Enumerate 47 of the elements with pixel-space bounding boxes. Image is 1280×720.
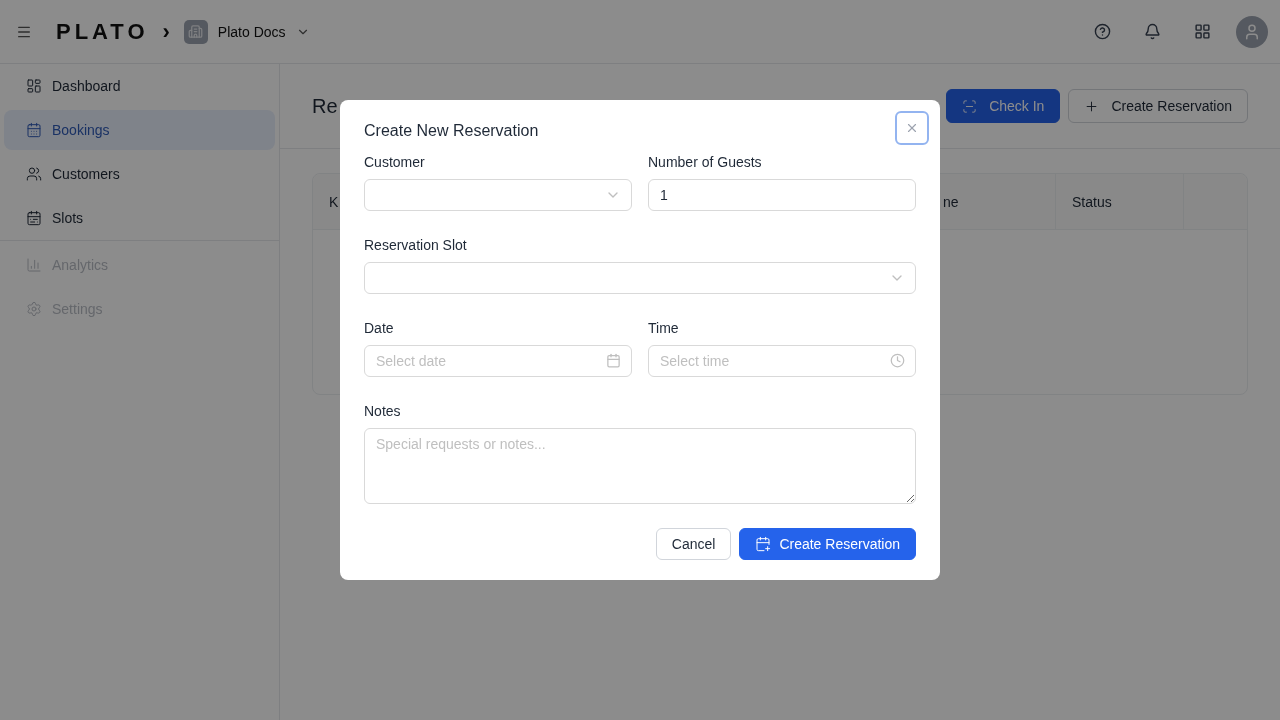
dashboard-icon bbox=[26, 78, 42, 94]
notes-field[interactable]: Special requests or notes... bbox=[364, 428, 916, 504]
check-in-button[interactable]: Check In bbox=[946, 89, 1061, 123]
workspace-name[interactable]: Plato Docs bbox=[217, 23, 286, 40]
column-header: K bbox=[329, 193, 339, 210]
calendar-icon bbox=[26, 210, 42, 226]
close-button[interactable] bbox=[895, 111, 929, 145]
bell-icon[interactable] bbox=[1143, 23, 1161, 40]
field-label: Time bbox=[648, 320, 680, 336]
modal-title: Create New Reservation bbox=[364, 122, 539, 140]
field-label: Number of Guests bbox=[648, 154, 763, 170]
avatar[interactable] bbox=[1236, 15, 1268, 48]
logo: PLATO bbox=[56, 18, 149, 45]
plus-icon bbox=[1084, 98, 1100, 114]
submit-button[interactable]: Create Reservation bbox=[739, 528, 916, 560]
scan-icon bbox=[962, 98, 978, 114]
column-header: Status bbox=[1072, 193, 1112, 210]
date-field[interactable]: Select date bbox=[364, 345, 632, 377]
clock-icon bbox=[890, 353, 905, 368]
select-field[interactable] bbox=[364, 179, 632, 211]
sidebar-item[interactable]: Bookings bbox=[4, 110, 275, 150]
cancel-button[interactable]: Cancel bbox=[655, 528, 732, 560]
column-header: ne bbox=[943, 193, 959, 210]
field-label: Date bbox=[364, 320, 395, 336]
sidebar-item[interactable]: Slots bbox=[4, 198, 275, 238]
help-icon[interactable] bbox=[1093, 23, 1111, 40]
building-icon bbox=[183, 19, 208, 44]
calendar-icon bbox=[26, 122, 42, 138]
calendar-plus-icon bbox=[755, 536, 772, 552]
calendar-icon bbox=[606, 353, 621, 368]
field-label: Customer bbox=[364, 154, 426, 170]
bar-chart-icon bbox=[26, 257, 42, 273]
select-field[interactable] bbox=[364, 262, 916, 294]
field-label: Notes bbox=[364, 403, 402, 419]
close-icon bbox=[905, 121, 919, 135]
settings-icon bbox=[26, 301, 42, 317]
page-title: Re bbox=[312, 94, 339, 118]
time-field[interactable]: Select time bbox=[648, 345, 916, 377]
number-field[interactable]: 1 bbox=[648, 179, 916, 211]
breadcrumb-separator: › bbox=[162, 18, 170, 45]
sidebar-item[interactable]: Customers bbox=[4, 154, 275, 194]
create-reservation-button[interactable]: Create Reservation bbox=[1068, 89, 1248, 123]
sidebar-item[interactable]: Dashboard bbox=[4, 66, 275, 106]
users-icon bbox=[26, 166, 42, 182]
field-label: Reservation Slot bbox=[364, 237, 468, 253]
apps-grid-icon[interactable] bbox=[1193, 23, 1211, 40]
user-icon bbox=[1243, 22, 1261, 41]
